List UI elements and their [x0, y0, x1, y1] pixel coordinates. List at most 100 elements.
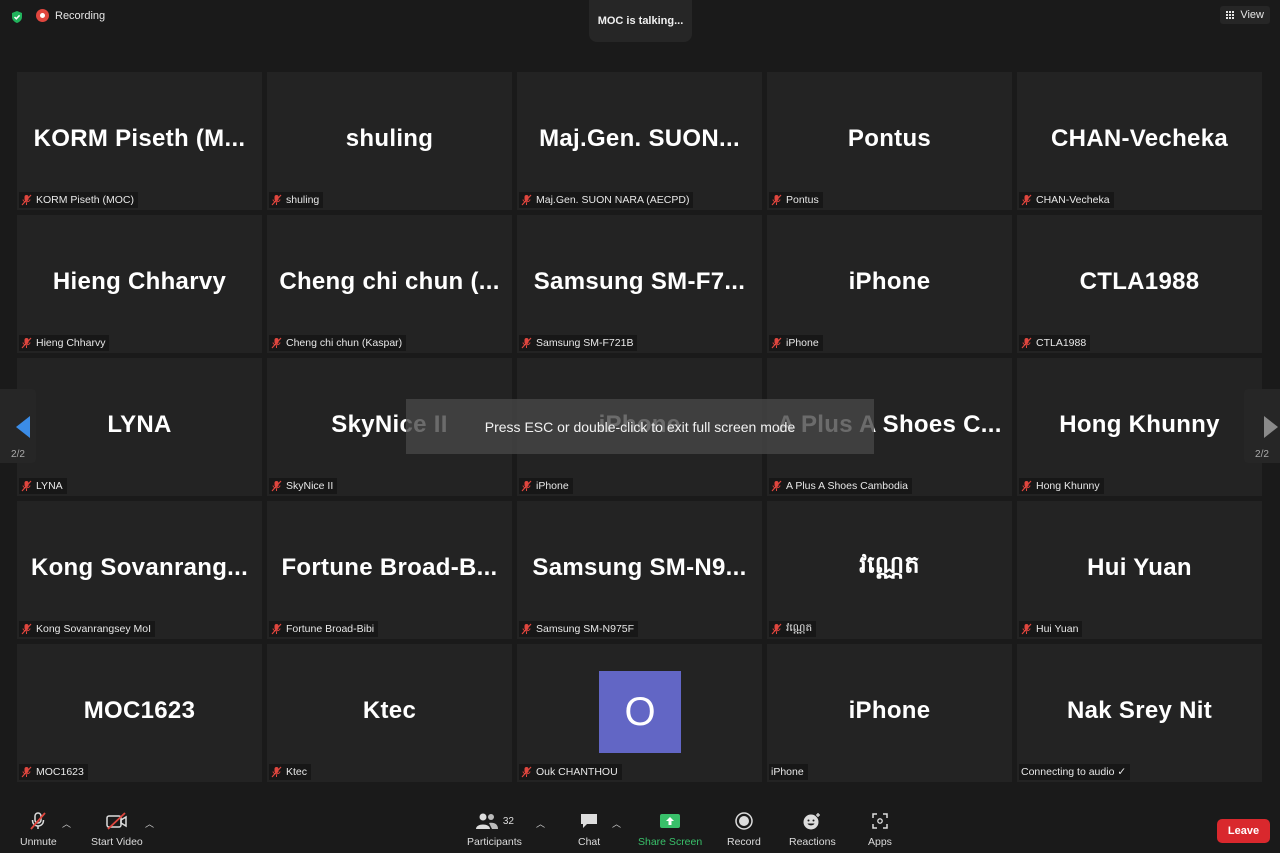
participant-tile[interactable]: Samsung SM-N9... Samsung SM-N975F: [517, 501, 762, 639]
participant-tile[interactable]: Pontus Pontus: [767, 72, 1012, 210]
arrow-right-icon: [1264, 416, 1278, 438]
reactions-button[interactable]: Reactions: [789, 811, 836, 848]
participant-name-label: Ouk CHANTHOU: [519, 764, 622, 780]
record-label: Record: [727, 836, 761, 848]
apps-button[interactable]: Apps: [868, 811, 892, 848]
participant-name-text: iPhone: [536, 480, 569, 492]
share-screen-button[interactable]: Share Screen: [638, 811, 702, 848]
participant-name-label: វណ្ណេត: [769, 621, 817, 637]
participant-name-label: Pontus: [769, 192, 823, 208]
audio-options-caret-icon[interactable]: ︿: [62, 817, 71, 830]
participant-tile[interactable]: Ktec Ktec: [267, 644, 512, 782]
participant-name-text: Hui Yuan: [1036, 623, 1079, 635]
participant-tile[interactable]: Maj.Gen. SUON... Maj.Gen. SUON NARA (AECP…: [517, 72, 762, 210]
participant-tile[interactable]: shuling shuling: [267, 72, 512, 210]
participant-name-label: Hieng Chharvy: [19, 335, 110, 351]
participant-display-name: វណ្ណេត: [859, 551, 920, 579]
participant-name-text: LYNA: [36, 480, 63, 492]
chat-caret-icon[interactable]: ︿: [612, 817, 621, 830]
participant-name-label: CTLA1988: [1019, 335, 1091, 351]
unmute-button[interactable]: Unmute: [20, 811, 57, 848]
participant-name-label: SkyNice II: [269, 478, 338, 494]
participant-tile[interactable]: MOC1623 MOC1623: [17, 644, 262, 782]
participant-name-text: iPhone: [786, 337, 819, 349]
mic-muted-icon: [21, 194, 32, 206]
participant-tile[interactable]: CTLA1988 CTLA1988: [1017, 215, 1262, 353]
chat-label: Chat: [578, 836, 601, 848]
shield-icon[interactable]: [10, 10, 24, 24]
participant-name-text: Hong Khunny: [1036, 480, 1100, 492]
mic-muted-icon: [521, 194, 532, 206]
mic-muted-icon: [271, 337, 282, 349]
fullscreen-hint: Press ESC or double-click to exit full s…: [406, 399, 874, 454]
participant-display-name: MOC1623: [83, 696, 196, 724]
participant-name-label: KORM Piseth (MOC): [19, 192, 139, 208]
participants-icon: [475, 813, 498, 829]
participant-display-name: Nak Srey Nit: [1067, 696, 1212, 724]
participant-tile[interactable]: KORM Piseth (M... KORM Piseth (MOC): [17, 72, 262, 210]
leave-button[interactable]: Leave: [1217, 819, 1270, 843]
video-options-caret-icon[interactable]: ︿: [145, 817, 154, 830]
mic-muted-icon: [521, 623, 532, 635]
apps-icon: [872, 813, 888, 829]
reactions-label: Reactions: [789, 836, 836, 848]
view-label: View: [1240, 9, 1264, 21]
participants-caret-icon[interactable]: ︿: [536, 817, 545, 830]
share-screen-icon: [660, 814, 681, 828]
participant-display-name: Maj.Gen. SUON...: [539, 124, 740, 152]
view-button[interactable]: View: [1220, 6, 1270, 24]
mic-muted-icon: [521, 480, 532, 492]
mic-muted-icon: [21, 337, 32, 349]
chat-button[interactable]: Chat: [578, 811, 600, 848]
participant-name-label: Connecting to audio ✓: [1019, 764, 1131, 780]
page-indicator: 2/2: [1255, 449, 1269, 460]
share-screen-label: Share Screen: [638, 836, 703, 848]
participant-tile[interactable]: Kong Sovanrang... Kong Sovanrangsey MoI: [17, 501, 262, 639]
participant-tile[interactable]: Hong Khunny Hong Khunny: [1017, 358, 1262, 496]
mic-off-icon: [30, 812, 47, 830]
participant-name-label: Fortune Broad-Bibi: [269, 621, 379, 637]
participant-name-text: Maj.Gen. SUON NARA (AECPD): [536, 194, 690, 206]
participant-tile[interactable]: វណ្ណេត វណ្ណេត: [767, 501, 1012, 639]
start-video-button[interactable]: Start Video: [91, 811, 143, 848]
participant-name-text: Ktec: [286, 766, 308, 778]
participant-tile[interactable]: Samsung SM-F7... Samsung SM-F721B: [517, 215, 762, 353]
participant-tile[interactable]: CHAN-Vecheka CHAN-Vecheka: [1017, 72, 1262, 210]
participants-label: Participants: [467, 836, 522, 848]
participant-tile[interactable]: Nak Srey Nit Connecting to audio ✓: [1017, 644, 1262, 782]
participant-name-text: Cheng chi chun (Kaspar): [286, 337, 403, 349]
participant-tile[interactable]: Cheng chi chun (... Cheng chi chun (Kaspa…: [267, 215, 512, 353]
participant-tile[interactable]: iPhone iPhone: [767, 644, 1012, 782]
participant-tile[interactable]: O Ouk CHANTHOU: [517, 644, 762, 782]
participant-name-text: MOC1623: [36, 766, 84, 778]
participant-name-label: Hong Khunny: [1019, 478, 1104, 494]
participant-display-name: Samsung SM-F7...: [533, 267, 746, 295]
next-page-button[interactable]: 2/2: [1244, 389, 1280, 463]
mic-muted-icon: [771, 623, 782, 635]
participant-tile[interactable]: iPhone iPhone: [767, 215, 1012, 353]
active-speaker-banner: MOC is talking...: [589, 0, 692, 42]
recording-indicator[interactable]: Recording: [36, 9, 105, 22]
mic-muted-icon: [1021, 623, 1032, 635]
record-button[interactable]: Record: [727, 811, 761, 848]
participant-name-label: shuling: [269, 192, 324, 208]
participant-name-label: Samsung SM-F721B: [519, 335, 638, 351]
participant-display-name: Ktec: [362, 696, 417, 724]
mic-muted-icon: [21, 480, 32, 492]
participant-tile[interactable]: Hui Yuan Hui Yuan: [1017, 501, 1262, 639]
participants-button[interactable]: 32 Participants: [467, 811, 522, 848]
prev-page-button[interactable]: 2/2: [0, 389, 36, 463]
participant-display-name: Samsung SM-N9...: [532, 553, 747, 581]
meeting-toolbar: Unmute ︿ Start Video ︿ 32 Participants ︿: [0, 803, 1280, 853]
participant-display-name: Fortune Broad-B...: [281, 553, 498, 581]
participant-tile[interactable]: LYNA LYNA: [17, 358, 262, 496]
participant-name-label: A Plus A Shoes Cambodia: [769, 478, 912, 494]
page-indicator: 2/2: [11, 449, 25, 460]
unmute-label: Unmute: [20, 836, 57, 848]
participant-name-text: iPhone: [771, 766, 804, 778]
participant-name-text: Samsung SM-F721B: [536, 337, 634, 349]
participant-tile[interactable]: Hieng Chharvy Hieng Chharvy: [17, 215, 262, 353]
participant-avatar: O: [599, 671, 681, 753]
participant-tile[interactable]: Fortune Broad-B... Fortune Broad-Bibi: [267, 501, 512, 639]
mic-muted-icon: [271, 480, 282, 492]
